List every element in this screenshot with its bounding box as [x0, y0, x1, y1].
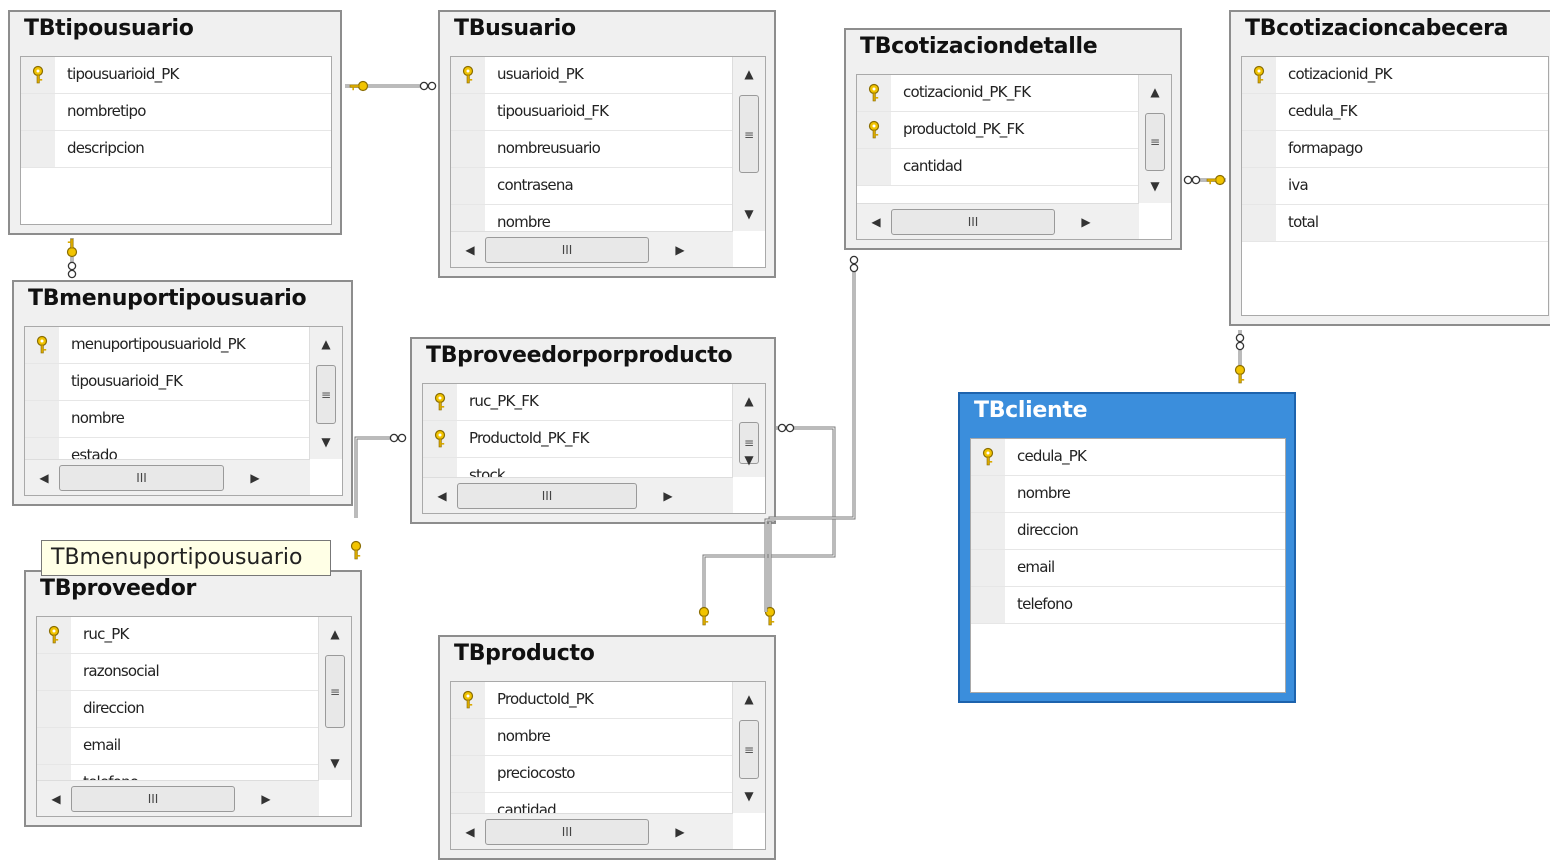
key-relationship-icon	[1206, 174, 1226, 186]
many-relationship-icon	[67, 261, 77, 279]
relationship-line	[354, 436, 406, 518]
key-relationship-icon	[350, 540, 362, 560]
many-relationship-icon	[1235, 333, 1245, 351]
key-relationship-icon	[698, 606, 710, 626]
table-name-tooltip: TBmenuportipousuario	[41, 540, 331, 576]
many-relationship-icon	[389, 433, 407, 443]
many-relationship-icon	[777, 423, 795, 433]
many-relationship-icon	[849, 255, 859, 273]
many-relationship-icon	[419, 81, 437, 91]
diagram-canvas[interactable]: TBtipousuario tipousuarioid_PK nombretipo d…	[0, 0, 1550, 860]
many-relationship-icon	[1183, 175, 1201, 185]
relationship-line	[355, 437, 406, 518]
relationship-lines	[66, 80, 1246, 626]
relationship-line	[768, 258, 856, 612]
relationship-line	[769, 258, 855, 612]
key-relationship-icon	[349, 80, 369, 92]
key-relationship-icon	[1234, 364, 1246, 384]
key-relationship-icon	[66, 238, 78, 258]
